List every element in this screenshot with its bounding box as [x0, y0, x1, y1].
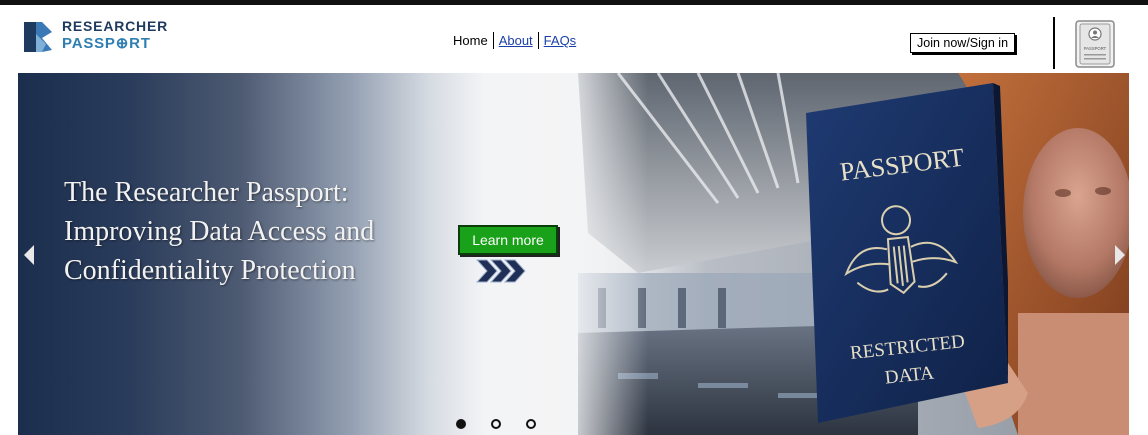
join-signin-button[interactable]: Join now/Sign in	[910, 33, 1016, 53]
carousel-dot-3[interactable]	[526, 419, 536, 429]
nav-home[interactable]: Home	[453, 33, 488, 48]
carousel-next-arrow-icon[interactable]	[1113, 243, 1127, 267]
brand-logo[interactable]: RESEARCHER PASSP⊕RT	[22, 18, 182, 62]
header-divider	[1053, 17, 1055, 69]
learn-more-button[interactable]: Learn more	[458, 225, 558, 255]
carousel-dot-1[interactable]	[456, 419, 466, 429]
carousel-indicators	[456, 416, 561, 430]
passport-icon-label: PASSPORT	[1084, 46, 1107, 51]
main-nav: Home About FAQs	[453, 32, 576, 49]
logo-mark-icon	[24, 22, 52, 52]
carousel-dot-2[interactable]	[491, 419, 501, 429]
chevrons-right-icon[interactable]	[475, 258, 535, 284]
passport-image: PASSPORT RESTRICTED DATA	[806, 83, 1008, 423]
nav-divider	[492, 32, 494, 49]
passport-id-icon[interactable]: PASSPORT	[1074, 19, 1118, 69]
carousel-prev-arrow-icon[interactable]	[22, 243, 36, 267]
hero-carousel: PASSPORT RESTRICTED DATA The Researcher …	[18, 73, 1129, 435]
site-header: RESEARCHER PASSP⊕RT Home About FAQs Join n…	[0, 5, 1148, 73]
hero-title: The Researcher Passport: Improving Data …	[64, 177, 375, 286]
logo-line-2: PASSP⊕RT	[62, 35, 151, 52]
logo-wordmark: RESEARCHER PASSP⊕RT	[62, 18, 168, 52]
nav-about[interactable]: About	[499, 33, 533, 48]
nav-divider	[537, 32, 539, 49]
logo-line-1: RESEARCHER	[62, 18, 169, 34]
nav-faqs[interactable]: FAQs	[544, 33, 577, 48]
